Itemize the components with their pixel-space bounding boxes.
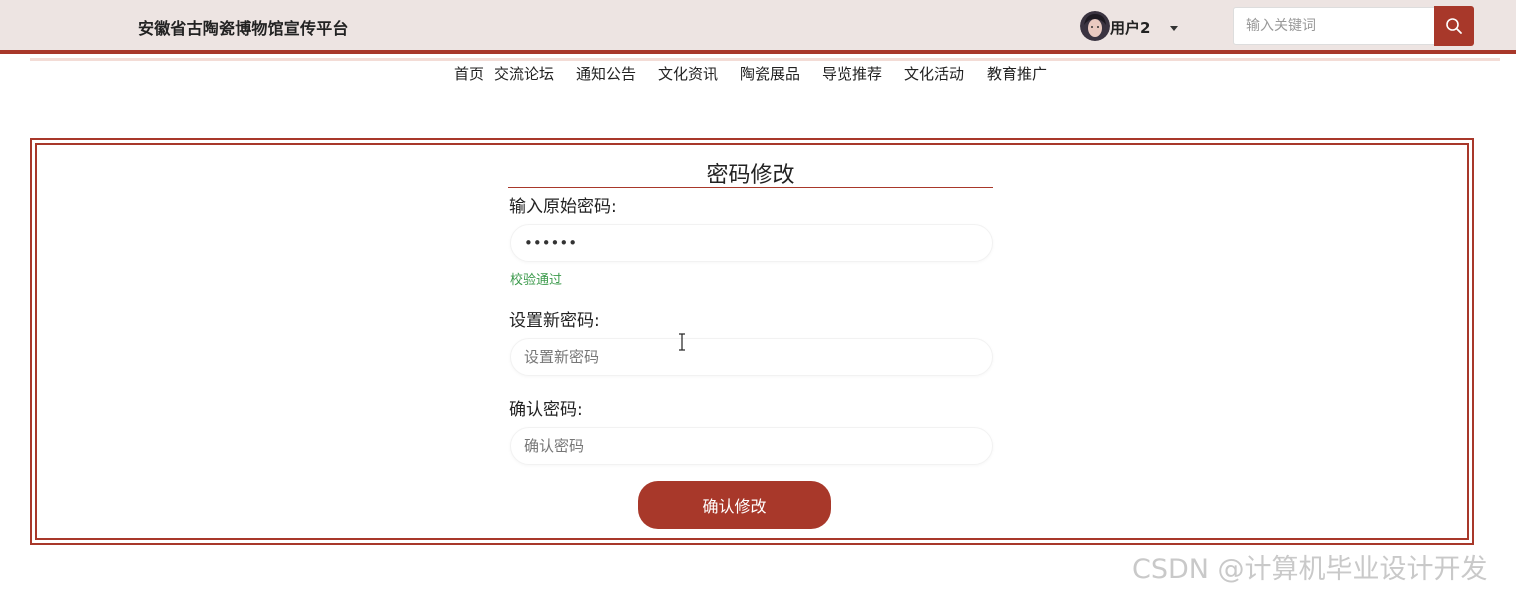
user-name[interactable]: 用户2 (1110, 17, 1150, 38)
nav-item-education[interactable]: 教育推广 (987, 63, 1047, 84)
confirm-password-field[interactable] (510, 427, 993, 465)
nav-item-exhibits[interactable]: 陶瓷展品 (740, 63, 800, 84)
avatar[interactable] (1080, 11, 1110, 41)
header-bar: 安徽省古陶瓷博物馆宣传平台 用户2 (0, 0, 1516, 54)
confirm-password-label: 确认密码: (509, 400, 583, 420)
text-cursor-icon (679, 333, 685, 351)
watermark: CSDN @计算机毕业设计开发 (1132, 554, 1488, 585)
search-input[interactable] (1233, 7, 1434, 45)
old-password-label: 输入原始密码: (509, 197, 617, 217)
form-title: 密码修改 (508, 157, 993, 188)
chevron-down-icon[interactable] (1165, 22, 1183, 34)
search-icon (1446, 18, 1462, 34)
nav-item-culture-news[interactable]: 文化资讯 (658, 63, 718, 84)
old-password-field[interactable] (510, 224, 993, 262)
site-title: 安徽省古陶瓷博物馆宣传平台 (138, 19, 349, 38)
new-password-field[interactable] (510, 338, 993, 376)
new-password-label: 设置新密码: (509, 311, 600, 331)
confirm-change-button[interactable]: 确认修改 (638, 481, 831, 529)
nav-item-notices[interactable]: 通知公告 (576, 63, 636, 84)
main-nav: 首页 交流论坛 通知公告 文化资讯 陶瓷展品 导览推荐 文化活动 教育推广 (0, 63, 1516, 85)
nav-item-guide[interactable]: 导览推荐 (822, 63, 882, 84)
header-divider (30, 58, 1500, 61)
nav-item-home[interactable]: 首页 (454, 63, 484, 84)
nav-item-forum[interactable]: 交流论坛 (494, 63, 554, 84)
validation-status: 校验通过 (510, 273, 563, 288)
search-button[interactable] (1434, 6, 1474, 46)
nav-item-activities[interactable]: 文化活动 (904, 63, 964, 84)
